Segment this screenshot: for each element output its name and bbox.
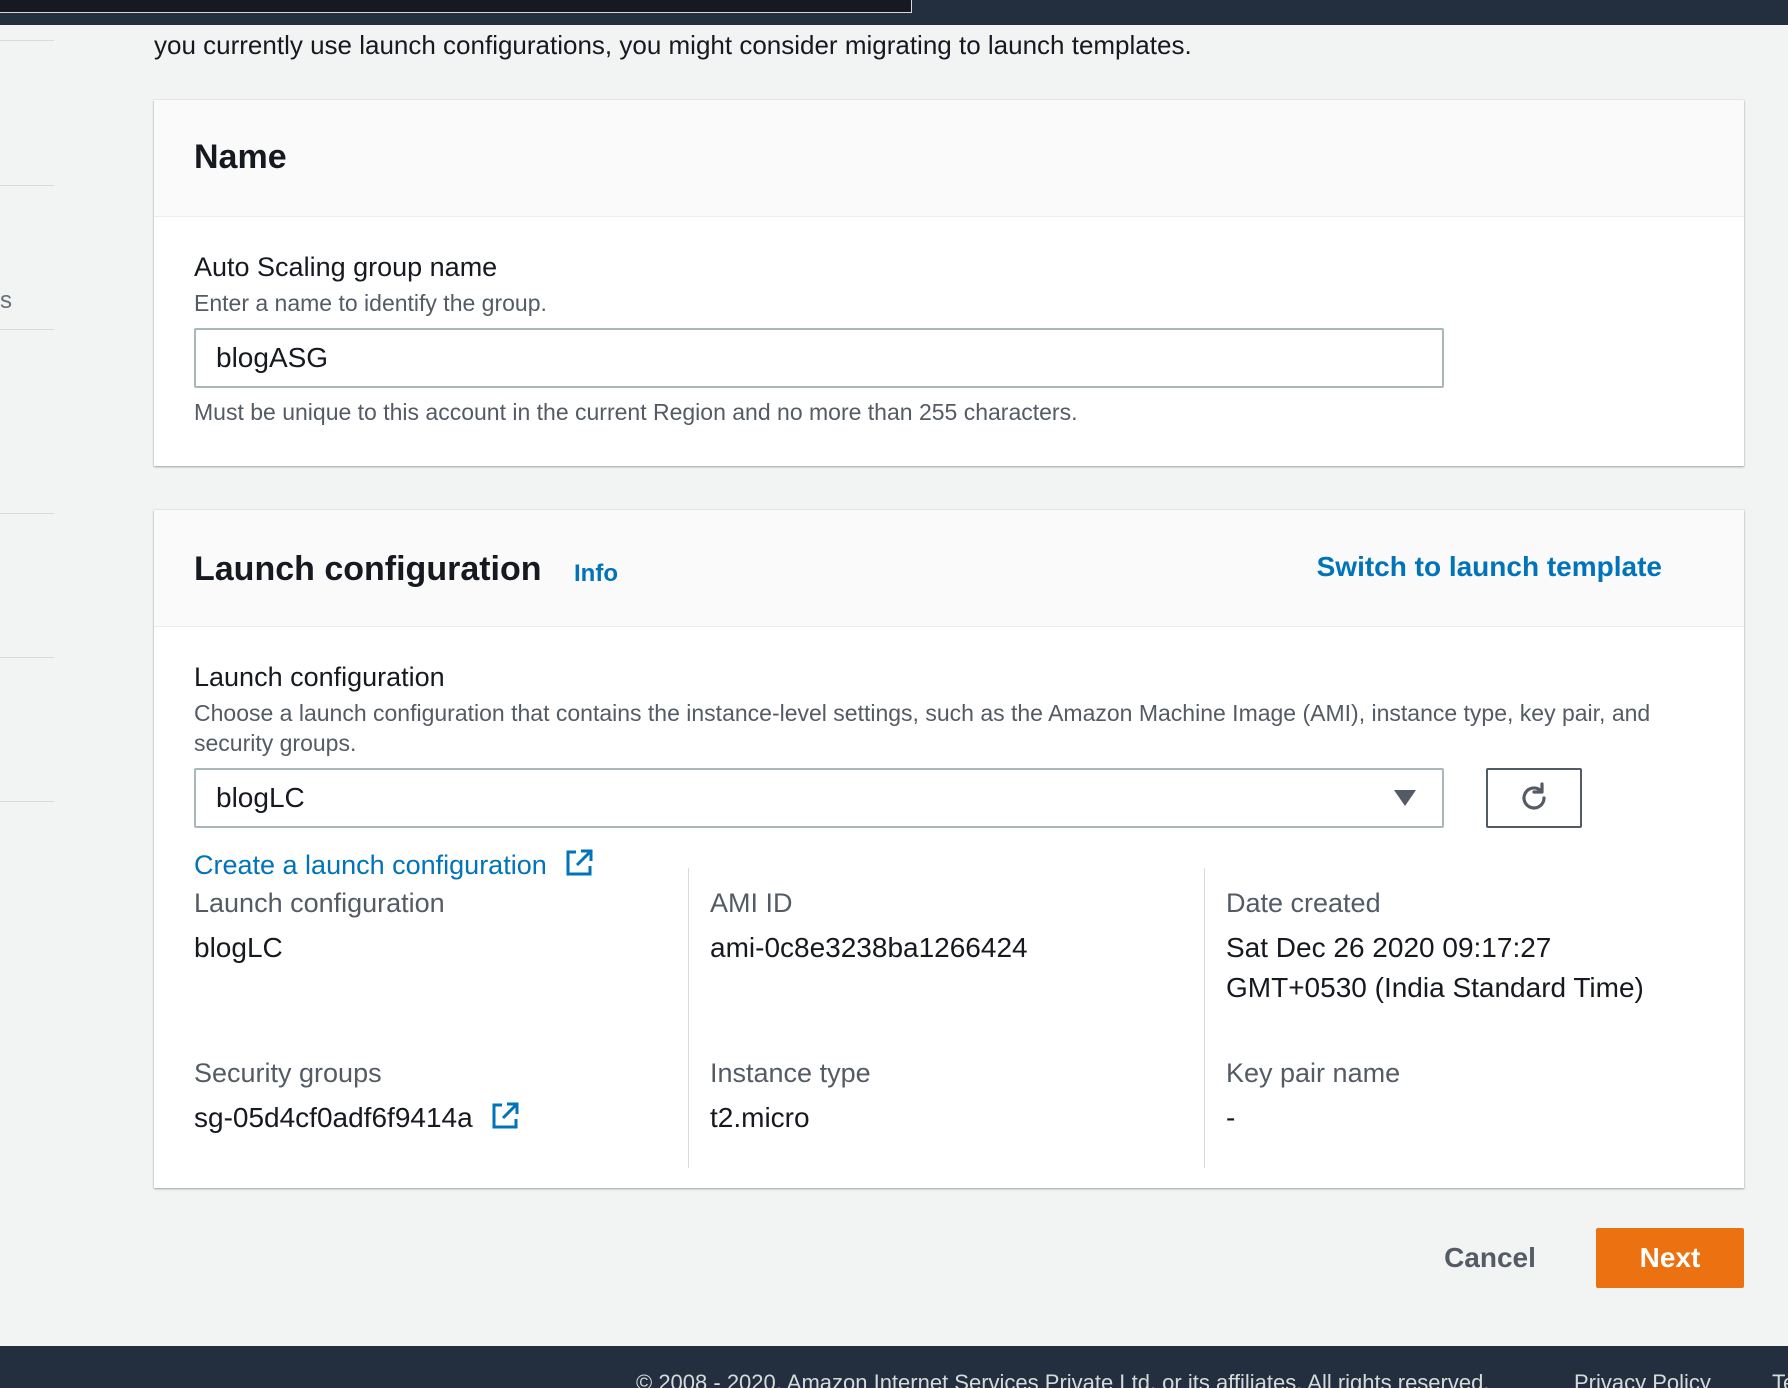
name-panel: Name Auto Scaling group name Enter a nam…	[154, 100, 1744, 466]
security-groups-label: Security groups	[194, 1058, 382, 1088]
launch-config-selected-value: blogLC	[216, 782, 305, 813]
column-divider	[1204, 868, 1205, 1168]
external-link-icon	[566, 849, 593, 876]
name-panel-header: Name	[154, 100, 1744, 217]
create-launch-config-label: Create a launch configuration	[194, 850, 547, 880]
asg-name-constraint: Must be unique to this account in the cu…	[194, 399, 1078, 425]
footer-bar: © 2008 - 2020, Amazon Internet Services …	[0, 1346, 1788, 1388]
refresh-icon	[1522, 782, 1546, 810]
asg-name-label: Auto Scaling group name	[194, 252, 498, 282]
key-pair-value: -	[1226, 1102, 1236, 1133]
external-link-icon	[492, 1102, 519, 1129]
launch-panel-header: Launch configuration Info Switch to laun…	[154, 510, 1744, 627]
instance-type-value: t2.micro	[710, 1102, 810, 1133]
footer-terms-link[interactable]: Terms of Use	[1772, 1370, 1788, 1388]
nav-divider	[0, 657, 54, 658]
nav-divider	[0, 801, 54, 802]
key-pair-label: Key pair name	[1226, 1058, 1401, 1088]
nav-divider	[0, 329, 54, 330]
asg-name-input[interactable]	[194, 328, 1444, 388]
caret-down-icon	[1394, 790, 1416, 806]
top-tooltip-box	[0, 0, 912, 13]
nav-divider	[0, 40, 54, 41]
launch-config-label: Launch configuration	[194, 662, 445, 692]
launch-panel-title: Launch configuration	[194, 550, 542, 588]
date-created-line2: GMT+0530 (India Standard Time)	[1226, 972, 1644, 1003]
nav-divider	[0, 513, 54, 514]
security-group-id: sg-05d4cf0adf6f9414a	[194, 1102, 473, 1133]
create-launch-config-link[interactable]: Create a launch configuration	[194, 848, 594, 881]
info-link[interactable]: Info	[574, 560, 618, 588]
next-button[interactable]: Next	[1596, 1228, 1744, 1288]
launch-configuration-panel: Launch configuration Info Switch to laun…	[154, 510, 1744, 1188]
security-group-link[interactable]: sg-05d4cf0adf6f9414a	[194, 1098, 520, 1138]
nav-item-fragment[interactable]: s	[0, 287, 12, 315]
launch-config-select[interactable]: blogLC	[194, 768, 1444, 828]
launch-config-description: Choose a launch configuration that conta…	[194, 700, 1651, 756]
switch-to-launch-template-link[interactable]: Switch to launch template	[1317, 551, 1662, 583]
footer-privacy-link[interactable]: Privacy Policy	[1574, 1370, 1711, 1388]
refresh-button[interactable]	[1486, 768, 1582, 828]
launch-config-detail-label: Launch configuration	[194, 888, 445, 918]
ami-id-label: AMI ID	[710, 888, 793, 918]
ami-id-value: ami-0c8e3238ba1266424	[710, 932, 1028, 963]
cancel-button[interactable]: Cancel	[1420, 1228, 1560, 1288]
nav-divider	[0, 185, 54, 186]
side-navigation-rail: s	[0, 25, 54, 1345]
top-navigation-bar	[0, 0, 1788, 25]
name-panel-title: Name	[194, 138, 287, 176]
launch-config-detail-value: blogLC	[194, 932, 283, 963]
date-created-line1: Sat Dec 26 2020 09:17:27	[1226, 932, 1552, 963]
date-created-label: Date created	[1226, 888, 1381, 918]
instance-type-label: Instance type	[710, 1058, 871, 1088]
footer-copyright: © 2008 - 2020, Amazon Internet Services …	[636, 1370, 1490, 1388]
intro-text: you currently use launch configurations,…	[154, 30, 1192, 60]
asg-name-description: Enter a name to identify the group.	[194, 290, 547, 316]
column-divider	[688, 868, 689, 1168]
